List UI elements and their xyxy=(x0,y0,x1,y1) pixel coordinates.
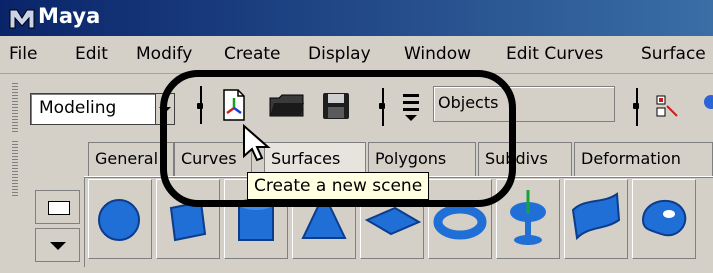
shelf-tab-menu-button[interactable] xyxy=(35,190,80,224)
divider-handle-icon xyxy=(633,103,639,109)
bean-icon xyxy=(641,200,687,237)
blue-bean-button[interactable] xyxy=(632,179,696,259)
shelf-grip[interactable] xyxy=(12,140,18,196)
menu-file[interactable]: File xyxy=(9,44,37,64)
window-title: Maya xyxy=(38,4,101,28)
tab-deformation[interactable]: Deformation xyxy=(574,142,713,176)
menu-modify[interactable]: Modify xyxy=(136,44,192,64)
select-by-hierarchy-icon[interactable] xyxy=(655,94,681,120)
menu-surface[interactable]: Surface xyxy=(641,44,706,64)
shelf-menu-buttons xyxy=(35,190,80,262)
maya-logo-icon xyxy=(9,9,35,29)
mouse-pointer-icon xyxy=(243,124,271,162)
title-bar: Maya xyxy=(0,0,713,36)
mode-select-value: Modeling xyxy=(39,98,117,118)
menu-create[interactable]: Create xyxy=(224,44,281,64)
component-mode-icon[interactable] xyxy=(700,94,713,118)
blue-twist-button[interactable] xyxy=(564,179,628,259)
toolbar-grip[interactable] xyxy=(12,82,18,132)
twist-icon xyxy=(571,192,621,241)
menu-bar: File Edit Modify Create Display Window E… xyxy=(0,36,713,74)
shelf-options-menu-button[interactable] xyxy=(35,228,80,262)
tooltip: Create a new scene xyxy=(247,172,430,200)
menu-edit[interactable]: Edit xyxy=(75,44,108,64)
menu-display[interactable]: Display xyxy=(308,44,371,64)
create-sphere-button[interactable] xyxy=(88,179,152,259)
menu-edit-curves[interactable]: Edit Curves xyxy=(506,44,603,64)
menu-window[interactable]: Window xyxy=(404,44,471,64)
chevron-down-icon xyxy=(50,242,66,250)
mode-select[interactable]: Modeling xyxy=(30,93,160,125)
sphere-icon xyxy=(98,199,140,241)
shelf-tab-icon xyxy=(48,201,70,215)
